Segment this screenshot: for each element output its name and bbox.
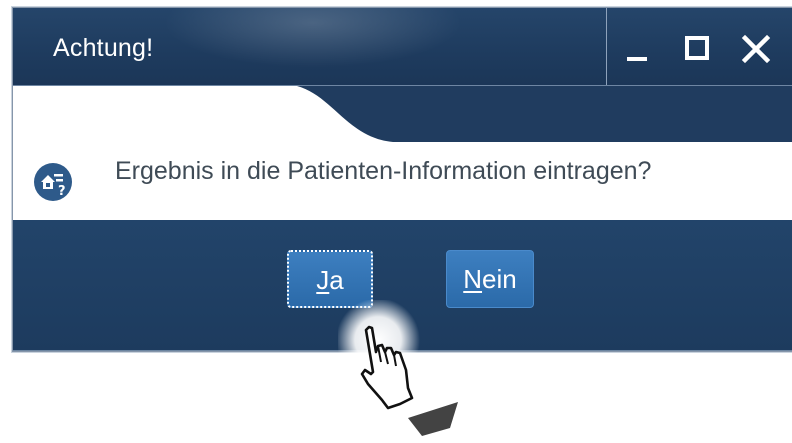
yes-button-accelerator: J — [316, 265, 330, 295]
minimize-icon[interactable] — [623, 30, 659, 64]
title-bar[interactable]: Achtung! — [13, 8, 792, 86]
window-title: Achtung! — [53, 34, 154, 62]
question-info-icon: ? — [34, 163, 72, 201]
no-button-accelerator: N — [463, 264, 483, 294]
window-controls — [606, 8, 792, 86]
header-wave — [297, 86, 792, 142]
maximize-icon[interactable] — [681, 30, 717, 64]
hand-pointer-icon — [338, 300, 458, 436]
message-area: ? Ergebnis in die Patienten-Information … — [13, 86, 792, 220]
dialog-message: Ergebnis in die Patienten-Information ei… — [115, 157, 652, 185]
yes-button-label: a — [329, 265, 344, 295]
svg-text:?: ? — [58, 184, 66, 199]
no-button-label: ein — [482, 264, 517, 294]
close-icon[interactable] — [741, 30, 777, 64]
